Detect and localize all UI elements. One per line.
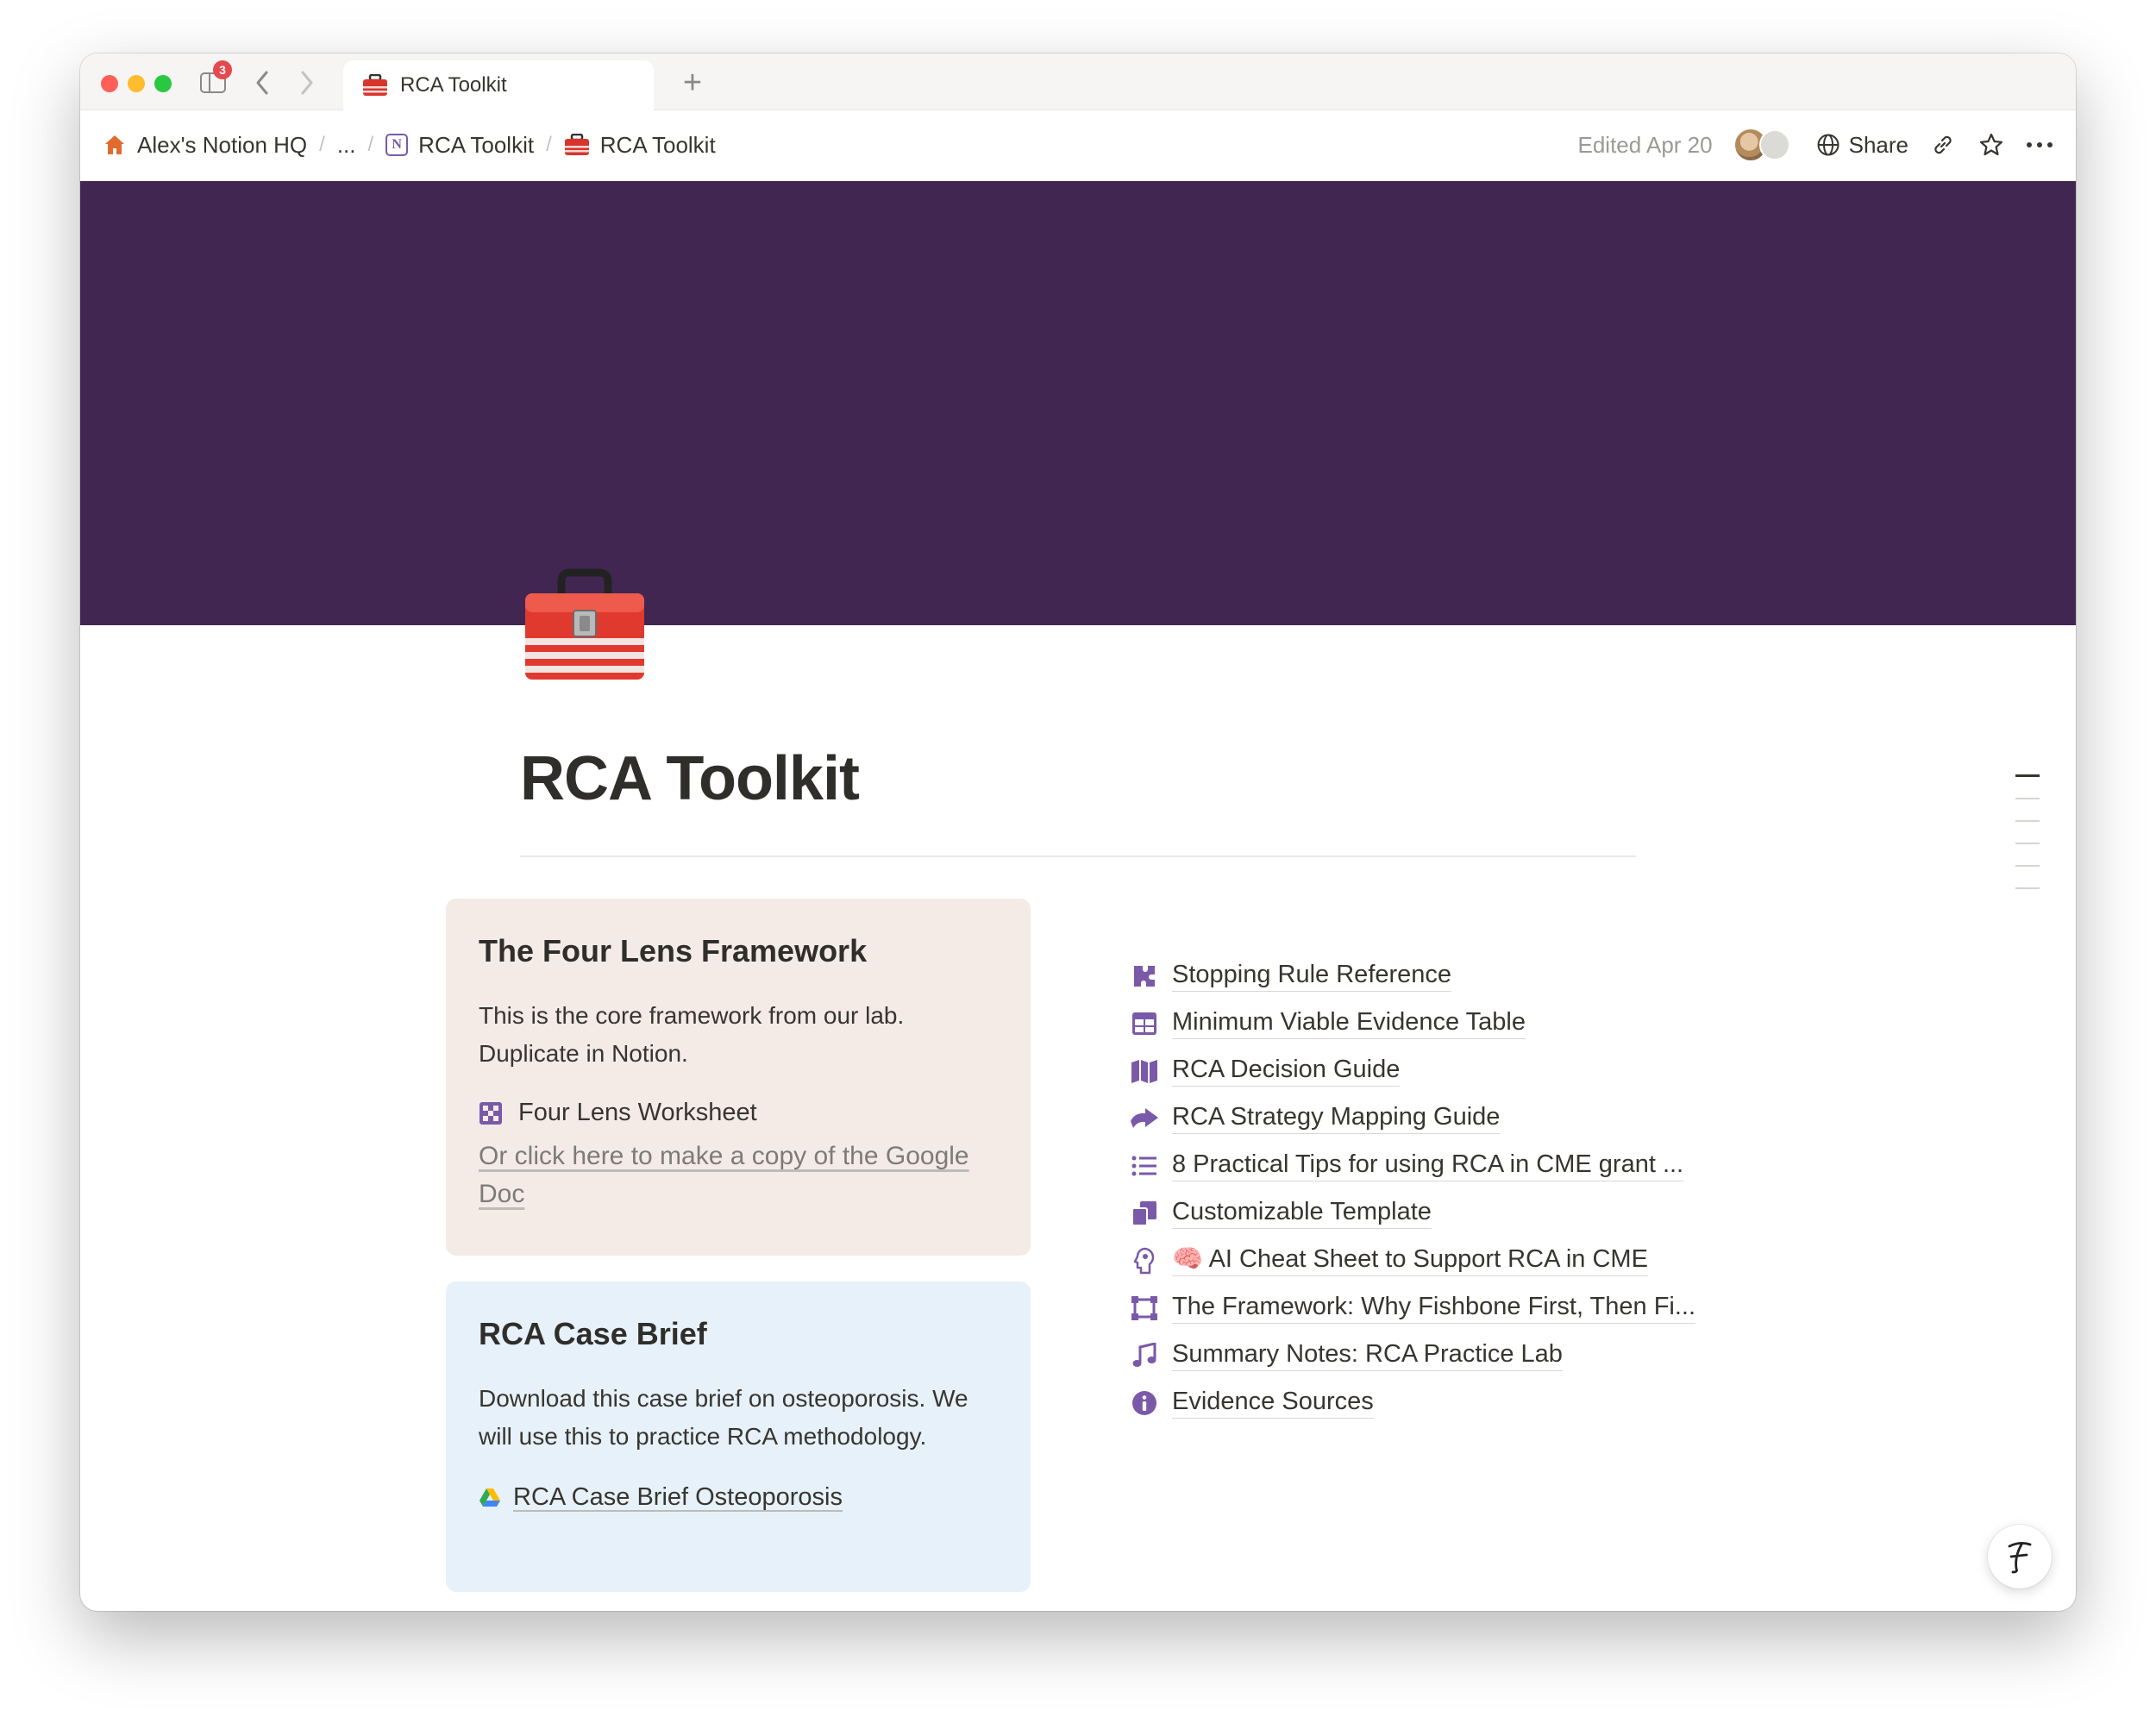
globe-icon — [1817, 134, 1839, 156]
edited-timestamp: Edited Apr 20 — [1577, 131, 1713, 158]
share-label: Share — [1848, 131, 1908, 158]
list-item[interactable]: RCA Decision Guide — [1129, 1047, 1802, 1094]
table-of-contents-minimap[interactable] — [2015, 774, 2041, 910]
breadcrumb-label: RCA Toolkit — [418, 131, 535, 158]
minimize-window-button[interactable] — [128, 75, 145, 92]
list-item-label: Summary Notes: RCA Practice Lab — [1172, 1340, 1563, 1371]
callout-body: This is the core framework from our lab.… — [479, 1002, 905, 1067]
house-icon — [103, 133, 127, 157]
close-window-button[interactable] — [101, 75, 118, 92]
list-item-label: Stopping Rule Reference — [1172, 961, 1452, 992]
copy-icon — [1129, 1198, 1160, 1229]
breadcrumb-item-ellipsis[interactable]: ... — [337, 132, 356, 159]
back-arrow-icon[interactable] — [251, 67, 273, 98]
list-item[interactable]: 8 Practical Tips for using RCA in CME gr… — [1129, 1142, 1802, 1189]
breadcrumb-separator: / — [319, 133, 325, 156]
info-icon — [1129, 1388, 1160, 1419]
case-brief-file-link[interactable]: RCA Case Brief Osteoporosis — [479, 1483, 998, 1512]
grid-squares-icon — [479, 1101, 502, 1125]
list-item[interactable]: Customizable Template — [1129, 1189, 1802, 1237]
list-item-label: Evidence Sources — [1172, 1388, 1374, 1419]
list-item-label: Minimum Viable Evidence Table — [1172, 1008, 1526, 1039]
google-doc-copy-link[interactable]: Or click here to make a copy of the Goog… — [479, 1137, 998, 1213]
breadcrumb-label: RCA Toolkit — [599, 131, 716, 158]
list-item[interactable]: RCA Strategy Mapping Guide — [1129, 1094, 1802, 1142]
collaborator-avatars[interactable] — [1733, 128, 1796, 162]
list-item-label: Customizable Template — [1172, 1198, 1432, 1229]
callout-body: Download this case brief on osteoporosis… — [479, 1385, 968, 1450]
breadcrumb-label: ... — [336, 131, 356, 158]
tab-rca-toolkit[interactable]: RCA Toolkit — [343, 60, 654, 110]
list-item[interactable]: Stopping Rule Reference — [1129, 952, 1802, 999]
divider — [520, 855, 1636, 857]
notion-icon: N — [385, 134, 409, 156]
breadcrumb-label: Alex's Notion HQ — [137, 131, 308, 158]
page-title[interactable]: RCA Toolkit — [520, 743, 860, 814]
header-actions: Edited Apr 20 Share — [1577, 110, 2053, 179]
star-icon[interactable] — [1977, 131, 2005, 159]
table-icon — [1129, 1008, 1160, 1039]
maximize-window-button[interactable] — [154, 75, 172, 92]
notion-ai-help-button[interactable] — [1988, 1525, 2052, 1589]
list-item[interactable]: The Framework: Why Fishbone First, Then … — [1129, 1284, 1802, 1332]
link-icon[interactable] — [1929, 131, 1957, 159]
breadcrumb-separator: / — [367, 133, 374, 156]
breadcrumb: Alex's Notion HQ / ... / N RCA Toolkit /… — [103, 110, 716, 179]
callout-title: RCA Case Brief — [479, 1316, 707, 1351]
share-button[interactable]: Share — [1816, 132, 1908, 159]
toolbox-icon — [564, 134, 589, 155]
brain-head-icon — [1129, 1245, 1160, 1276]
list-item[interactable]: 🧠 AI Cheat Sheet to Support RCA in CME — [1129, 1237, 1802, 1284]
page-header: Alex's Notion HQ / ... / N RCA Toolkit /… — [80, 110, 2076, 179]
list-item-label: RCA Decision Guide — [1172, 1056, 1401, 1087]
list-icon — [1129, 1150, 1160, 1181]
link-label: RCA Case Brief Osteoporosis — [513, 1483, 843, 1511]
more-options-icon[interactable] — [2026, 131, 2053, 159]
breadcrumb-item-rca-toolkit-parent[interactable]: N RCA Toolkit — [385, 132, 534, 159]
map-icon — [1129, 1056, 1160, 1087]
breadcrumb-separator: / — [546, 133, 552, 156]
list-item[interactable]: Summary Notes: RCA Practice Lab — [1129, 1332, 1802, 1379]
forward-arrow-icon[interactable] — [296, 67, 318, 98]
frame-icon — [1129, 1293, 1160, 1324]
new-tab-button[interactable]: + — [675, 65, 710, 101]
avatar — [1758, 129, 1790, 160]
browser-window: 3 RCA Toolkit + Alex's Notion HQ / ... /… — [80, 53, 2076, 1611]
page-cover — [80, 181, 2076, 625]
toolbox-icon[interactable] — [520, 562, 649, 692]
list-item-label: 8 Practical Tips for using RCA in CME gr… — [1172, 1150, 1684, 1181]
callout-four-lens-framework: The Four Lens Framework This is the core… — [446, 899, 1031, 1256]
list-item[interactable]: Minimum Viable Evidence Table — [1129, 999, 1802, 1047]
tab-title: RCA Toolkit — [400, 73, 507, 97]
arrow-icon — [1129, 1103, 1160, 1134]
list-item-label: RCA Strategy Mapping Guide — [1172, 1103, 1501, 1134]
breadcrumb-item-workspace[interactable]: Alex's Notion HQ — [103, 132, 307, 159]
list-item-label: The Framework: Why Fishbone First, Then … — [1172, 1293, 1696, 1324]
puzzle-icon — [1129, 961, 1160, 992]
music-note-icon — [1129, 1340, 1160, 1371]
callout-title: The Four Lens Framework — [479, 933, 868, 968]
list-item-label: 🧠 AI Cheat Sheet to Support RCA in CME — [1172, 1244, 1648, 1276]
breadcrumb-item-rca-toolkit-current[interactable]: RCA Toolkit — [564, 132, 716, 159]
notification-badge: 3 — [213, 60, 232, 79]
page-link-list: Stopping Rule Reference Minimum Viable E… — [1129, 952, 1802, 1426]
four-lens-worksheet-link[interactable]: Four Lens Worksheet — [479, 1099, 998, 1127]
tab-bar: 3 RCA Toolkit + — [80, 53, 2076, 110]
callout-rca-case-brief: RCA Case Brief Download this case brief … — [446, 1281, 1031, 1592]
google-drive-icon — [479, 1488, 500, 1507]
toolbox-icon — [363, 74, 387, 96]
list-item[interactable]: Evidence Sources — [1129, 1379, 1802, 1426]
link-label: Four Lens Worksheet — [518, 1099, 757, 1126]
